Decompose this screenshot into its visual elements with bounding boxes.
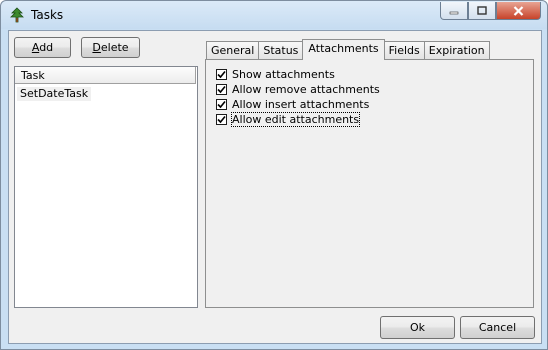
close-icon — [513, 5, 524, 16]
add-button-label: Add — [31, 41, 54, 54]
check-icon — [217, 70, 226, 78]
maximize-icon — [477, 6, 487, 15]
attachments-panel: Show attachments Allow remove attachment… — [205, 59, 534, 308]
list-item[interactable]: SetDateTask — [17, 87, 92, 101]
minimize-icon — [449, 11, 459, 14]
maximize-button[interactable] — [468, 2, 496, 20]
ok-button[interactable]: Ok — [380, 316, 455, 339]
cancel-button[interactable]: Cancel — [460, 316, 535, 339]
task-list[interactable]: Task SetDateTask — [14, 66, 198, 308]
dialog-body: Add Delete Task SetDateTask General Stat… — [8, 30, 542, 344]
allow-remove-attachments-label: Allow remove attachments — [232, 82, 380, 96]
window-title: Tasks — [31, 8, 64, 22]
tab-general[interactable]: General — [206, 41, 260, 59]
minimize-button[interactable] — [440, 2, 468, 20]
allow-remove-attachments-checkbox[interactable] — [216, 83, 227, 95]
allow-edit-attachments-checkbox[interactable] — [216, 113, 227, 125]
tab-status[interactable]: Status — [258, 41, 304, 59]
allow-edit-attachments-option[interactable]: Allow edit attachments — [216, 111, 361, 127]
show-attachments-label: Show attachments — [232, 67, 335, 81]
tab-fields[interactable]: Fields — [383, 41, 425, 59]
title-bar[interactable]: Tasks — [1, 1, 547, 29]
allow-insert-attachments-option[interactable]: Allow insert attachments — [216, 97, 369, 111]
delete-button-label: Delete — [92, 41, 129, 54]
tasks-window: Tasks Add Delete Task SetDateTask Genera… — [0, 0, 548, 350]
tab-attachments[interactable]: Attachments — [302, 39, 385, 60]
tab-strip: General Status Attachments Fields Expira… — [206, 37, 490, 60]
allow-remove-attachments-option[interactable]: Allow remove attachments — [216, 82, 380, 96]
column-header-task[interactable]: Task — [15, 67, 196, 84]
delete-button[interactable]: Delete — [81, 37, 140, 58]
close-button[interactable] — [496, 2, 541, 20]
add-button[interactable]: Add — [14, 37, 71, 58]
allow-edit-attachments-label: Allow edit attachments — [230, 111, 361, 127]
allow-insert-attachments-label: Allow insert attachments — [232, 97, 370, 111]
show-attachments-option[interactable]: Show attachments — [216, 67, 335, 81]
allow-insert-attachments-checkbox[interactable] — [216, 98, 227, 110]
check-icon — [217, 115, 226, 123]
show-attachments-checkbox[interactable] — [216, 68, 227, 80]
tab-expiration[interactable]: Expiration — [423, 41, 490, 59]
tree-icon — [10, 7, 24, 23]
check-icon — [217, 100, 226, 108]
check-icon — [217, 85, 226, 93]
